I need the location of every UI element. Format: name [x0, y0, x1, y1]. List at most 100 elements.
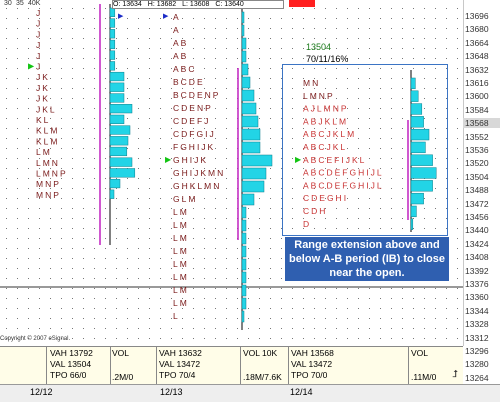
grid-dot [17, 128, 18, 129]
grid-dot [72, 178, 73, 179]
grid-dot [270, 28, 271, 29]
grid-dot [149, 218, 150, 219]
grid-dot [380, 328, 381, 329]
grid-dot [193, 38, 194, 39]
grid-dot [127, 118, 128, 119]
grid-dot [94, 18, 95, 19]
grid-dot [72, 338, 73, 339]
tpo-letters: LM [173, 207, 189, 217]
grid-dot [50, 28, 51, 29]
volume-bar [109, 125, 131, 135]
grid-dot [61, 108, 62, 109]
grid-dot [347, 288, 348, 289]
divider [408, 347, 409, 385]
grid-dot [94, 198, 95, 199]
grid-dot [215, 158, 216, 159]
grid-dot [50, 58, 51, 59]
grid-dot [237, 278, 238, 279]
volume-bar [241, 141, 261, 154]
grid-dot [94, 178, 95, 179]
grid-dot [50, 18, 51, 19]
grid-dot [6, 208, 7, 209]
grid-dot [457, 268, 458, 269]
grid-dot [94, 38, 95, 39]
grid-dot [17, 238, 18, 239]
grid-dot [259, 248, 260, 249]
grid-dot [457, 8, 458, 9]
close-value: C: 13640 [215, 1, 244, 8]
grid-dot [457, 248, 458, 249]
grid-dot [83, 78, 84, 79]
grid-dot [149, 48, 150, 49]
grid-dot [204, 28, 205, 29]
grid-dot [347, 8, 348, 9]
date-axis[interactable]: 12/12 12/13 12/14 [0, 384, 500, 402]
grid-dot [6, 258, 7, 259]
volume-bar [109, 136, 129, 146]
grid-dot [457, 28, 458, 29]
grid-dot [94, 238, 95, 239]
grid-dot [39, 308, 40, 309]
tpo-letters: CDENP [173, 103, 213, 113]
grid-dot [160, 108, 161, 109]
price-tick-label: 13296 [465, 346, 489, 356]
grid-dot [215, 288, 216, 289]
grid-dot [369, 338, 370, 339]
grid-dot [171, 258, 172, 259]
grid-dot [28, 298, 29, 299]
grid-dot [270, 308, 271, 309]
grid-dot [149, 188, 150, 189]
grid-dot [358, 48, 359, 49]
grid-dot [160, 158, 161, 159]
grid-dot [116, 28, 117, 29]
grid-dot [292, 288, 293, 289]
grid-dot [28, 158, 29, 159]
tpo-letters: CDEFJ [173, 116, 210, 126]
grid-dot [105, 268, 106, 269]
grid-dot [358, 288, 359, 289]
grid-dot [413, 18, 414, 19]
grid-dot [6, 288, 7, 289]
grid-dot [457, 328, 458, 329]
volume-bar [109, 168, 136, 178]
grid-dot [215, 268, 216, 269]
grid-dot [149, 178, 150, 179]
grid-dot [204, 198, 205, 199]
grid-dot [314, 28, 315, 29]
grid-dot [72, 148, 73, 149]
price-tick-label: 13392 [465, 265, 489, 276]
grid-dot [204, 18, 205, 19]
volume-bar [241, 167, 267, 180]
grid-dot [61, 288, 62, 289]
grid-dot [149, 18, 150, 19]
grid-dot [204, 88, 205, 89]
grid-dot [61, 198, 62, 199]
grid-dot [61, 218, 62, 219]
grid-dot [457, 18, 458, 19]
grid-dot [94, 338, 95, 339]
grid-dot [259, 278, 260, 279]
tpo-letters: LM [173, 298, 189, 308]
price-tick-label: 13600 [465, 91, 489, 102]
grid-dot [149, 98, 150, 99]
grid-dot [435, 38, 436, 39]
grid-dot [336, 338, 337, 339]
grid-dot [204, 68, 205, 69]
grid-dot [248, 48, 249, 49]
grid-dot [138, 88, 139, 89]
grid-dot [215, 338, 216, 339]
grid-dot [171, 278, 172, 279]
tpo-letters: BCDE [173, 77, 205, 87]
grid-dot [28, 178, 29, 179]
grid-dot [61, 148, 62, 149]
grid-dot [457, 58, 458, 59]
grid-dot [138, 38, 139, 39]
grid-dot [50, 98, 51, 99]
grid-dot [127, 268, 128, 269]
grid-dot [325, 298, 326, 299]
grid-dot [61, 48, 62, 49]
grid-dot [61, 28, 62, 29]
grid-dot [83, 38, 84, 39]
grid-dot [94, 78, 95, 79]
grid-dot [182, 28, 183, 29]
